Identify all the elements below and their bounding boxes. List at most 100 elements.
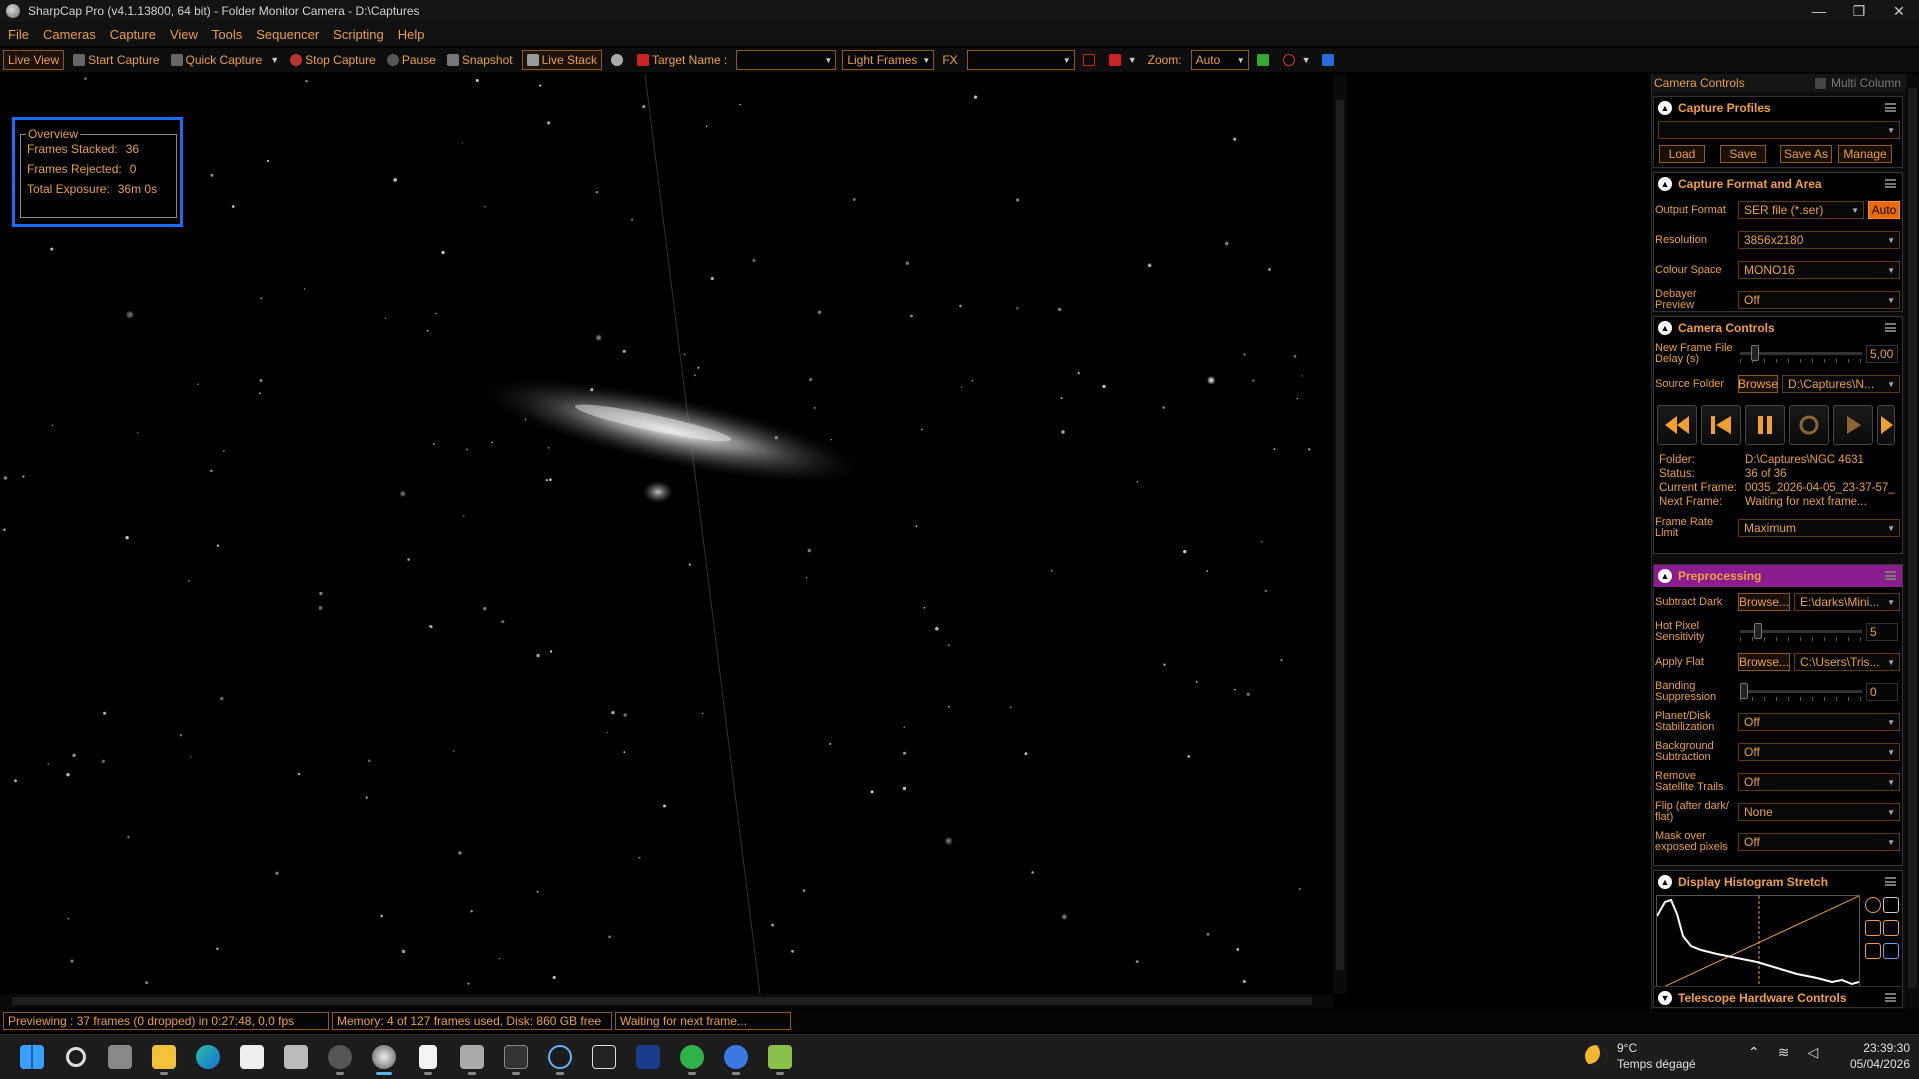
hot-pixel-slider[interactable] <box>1740 623 1862 641</box>
taskbar-green-app[interactable] <box>670 1037 714 1077</box>
remove-satellite-trails-select[interactable]: Off ▼ <box>1738 773 1900 791</box>
rewind-button[interactable] <box>1657 405 1697 445</box>
menu-icon[interactable] <box>1885 323 1896 332</box>
image-viewport[interactable] <box>0 74 1333 994</box>
start-capture-button[interactable]: Start Capture <box>71 50 161 70</box>
play-button[interactable] <box>1833 405 1873 445</box>
menu-scripting[interactable]: Scripting <box>333 27 384 42</box>
skip-back-button[interactable] <box>1701 405 1741 445</box>
menu-sequencer[interactable]: Sequencer <box>256 27 319 42</box>
horizontal-scrollbar[interactable] <box>0 994 1333 1008</box>
taskbar-sharpcap[interactable] <box>362 1037 406 1077</box>
hot-pixel-input[interactable]: 5 <box>1866 623 1898 641</box>
banding-slider[interactable] <box>1740 683 1862 701</box>
menu-help[interactable]: Help <box>398 27 425 42</box>
capture-format-title[interactable]: ▲ Capture Format and Area <box>1654 173 1902 195</box>
menu-icon[interactable] <box>1885 103 1896 112</box>
auto-format-button[interactable]: Auto <box>1868 201 1900 219</box>
menu-tools[interactable]: Tools <box>212 27 242 42</box>
fx-select[interactable]: ▼ <box>966 50 1075 70</box>
background-subtraction-select[interactable]: Off ▼ <box>1738 743 1900 761</box>
menu-cameras[interactable]: Cameras <box>43 27 96 42</box>
crosshair-button[interactable]: ▼ <box>1107 50 1139 70</box>
menu-icon[interactable] <box>1885 571 1896 580</box>
frame-rate-limit-select[interactable]: Maximum ▼ <box>1738 519 1900 537</box>
record-button[interactable] <box>609 50 628 70</box>
save-icon[interactable] <box>1883 943 1899 959</box>
pause-button[interactable]: Pause <box>385 50 438 70</box>
stop-capture-button[interactable]: Stop Capture <box>288 50 378 70</box>
volume-icon[interactable]: ◁ <box>1807 1044 1818 1061</box>
new-frame-delay-input[interactable]: 5,00 <box>1866 345 1898 363</box>
multi-column-toggle[interactable]: Multi Column <box>1814 76 1901 90</box>
load-profile-button[interactable]: Load <box>1659 145 1705 163</box>
roi-button[interactable] <box>1081 50 1100 70</box>
menu-icon[interactable] <box>1885 877 1896 886</box>
lock-icon[interactable] <box>1883 920 1899 936</box>
telescope-hardware-title[interactable]: ▼ Telescope Hardware Controls <box>1654 987 1902 1009</box>
taskbar-blue-app[interactable] <box>714 1037 758 1077</box>
taskbar-clock[interactable]: 23:39:30 05/04/2026 <box>1830 1040 1910 1072</box>
restore-button[interactable]: ❐ <box>1839 0 1879 22</box>
output-format-select[interactable]: SER file (*.ser) ▼ <box>1738 201 1864 219</box>
taskbar-galaxy-app[interactable] <box>538 1037 582 1077</box>
menu-capture[interactable]: Capture <box>110 27 156 42</box>
taskbar-task-view[interactable] <box>98 1037 142 1077</box>
source-folder-select[interactable]: D:\Captures\N... ▼ <box>1782 375 1900 393</box>
histogram-graph[interactable] <box>1656 895 1860 991</box>
menu-icon[interactable] <box>1885 993 1896 1002</box>
pause-playback-button[interactable] <box>1745 405 1785 445</box>
frame-type-select[interactable]: Light Frames ▼ <box>842 50 935 70</box>
save-as-profile-button[interactable]: Save As <box>1780 145 1832 163</box>
menu-icon[interactable] <box>1885 179 1896 188</box>
save-profile-button[interactable]: Save <box>1720 145 1766 163</box>
taskbar-notes-app[interactable] <box>758 1037 802 1077</box>
apply-flat-select[interactable]: C:\Users\Tris... ▼ <box>1794 653 1900 671</box>
resolution-select[interactable]: 3856x2180 ▼ <box>1738 231 1900 249</box>
chevron-up-icon[interactable]: ⌃ <box>1748 1044 1760 1061</box>
browse-source-folder-button[interactable]: Browse <box>1738 375 1778 393</box>
browse-flat-button[interactable]: Browse... <box>1738 653 1790 671</box>
manage-profiles-button[interactable]: Manage <box>1838 145 1892 163</box>
boost-icon[interactable] <box>1865 920 1881 936</box>
contrast-icon[interactable] <box>1883 897 1899 913</box>
taskbar-astap[interactable] <box>626 1037 670 1077</box>
panel-scrollbar[interactable] <box>1906 74 1919 1009</box>
colour-space-select[interactable]: MONO16 ▼ <box>1738 261 1900 279</box>
wifi-icon[interactable]: ≋ <box>1778 1044 1790 1061</box>
target-name-input[interactable]: ▼ <box>736 50 837 70</box>
debayer-preview-select[interactable]: Off ▼ <box>1738 291 1900 309</box>
taskbar-asi-app[interactable] <box>582 1037 626 1077</box>
taskbar-file-explorer[interactable] <box>142 1037 186 1077</box>
taskbar-pen-app[interactable] <box>450 1037 494 1077</box>
taskbar-terminal[interactable] <box>494 1037 538 1077</box>
quick-capture-button[interactable]: Quick Capture ▼ <box>169 50 282 70</box>
live-stack-button[interactable]: Live Stack <box>521 50 602 70</box>
vertical-scrollbar[interactable] <box>1333 74 1347 994</box>
focus-button[interactable]: ▼ <box>1281 50 1313 70</box>
preprocessing-title[interactable]: ▲ Preprocessing <box>1654 565 1902 587</box>
taskbar-edge[interactable] <box>186 1037 230 1077</box>
browse-dark-button[interactable]: Browse... <box>1738 593 1790 611</box>
banding-input[interactable]: 0 <box>1866 683 1898 701</box>
subtract-dark-select[interactable]: E:\darks\Mini... ▼ <box>1794 593 1900 611</box>
weather-widget[interactable]: 9°C Temps dégagé <box>1585 1040 1696 1072</box>
close-button[interactable]: ✕ <box>1879 0 1919 22</box>
mask-overexposed-select[interactable]: Off ▼ <box>1738 833 1900 851</box>
menu-view[interactable]: View <box>170 27 198 42</box>
loop-button[interactable] <box>1789 405 1829 445</box>
skip-forward-button[interactable] <box>1877 405 1895 445</box>
camera-controls-title[interactable]: ▲ Camera Controls <box>1654 317 1902 339</box>
new-frame-delay-slider[interactable] <box>1740 345 1862 363</box>
taskbar-search[interactable] <box>54 1037 98 1077</box>
taskbar-notepad[interactable] <box>406 1037 450 1077</box>
taskbar-printer[interactable] <box>274 1037 318 1077</box>
minimize-button[interactable]: — <box>1799 0 1839 22</box>
live-view-button[interactable]: Live View <box>3 50 65 70</box>
reset-icon[interactable] <box>1865 943 1881 959</box>
snapshot-button[interactable]: Snapshot <box>445 50 515 70</box>
auto-stretch-icon[interactable] <box>1865 897 1881 913</box>
polar-align-button[interactable] <box>1320 50 1339 70</box>
menu-file[interactable]: File <box>8 27 29 42</box>
flip-select[interactable]: None ▼ <box>1738 803 1900 821</box>
